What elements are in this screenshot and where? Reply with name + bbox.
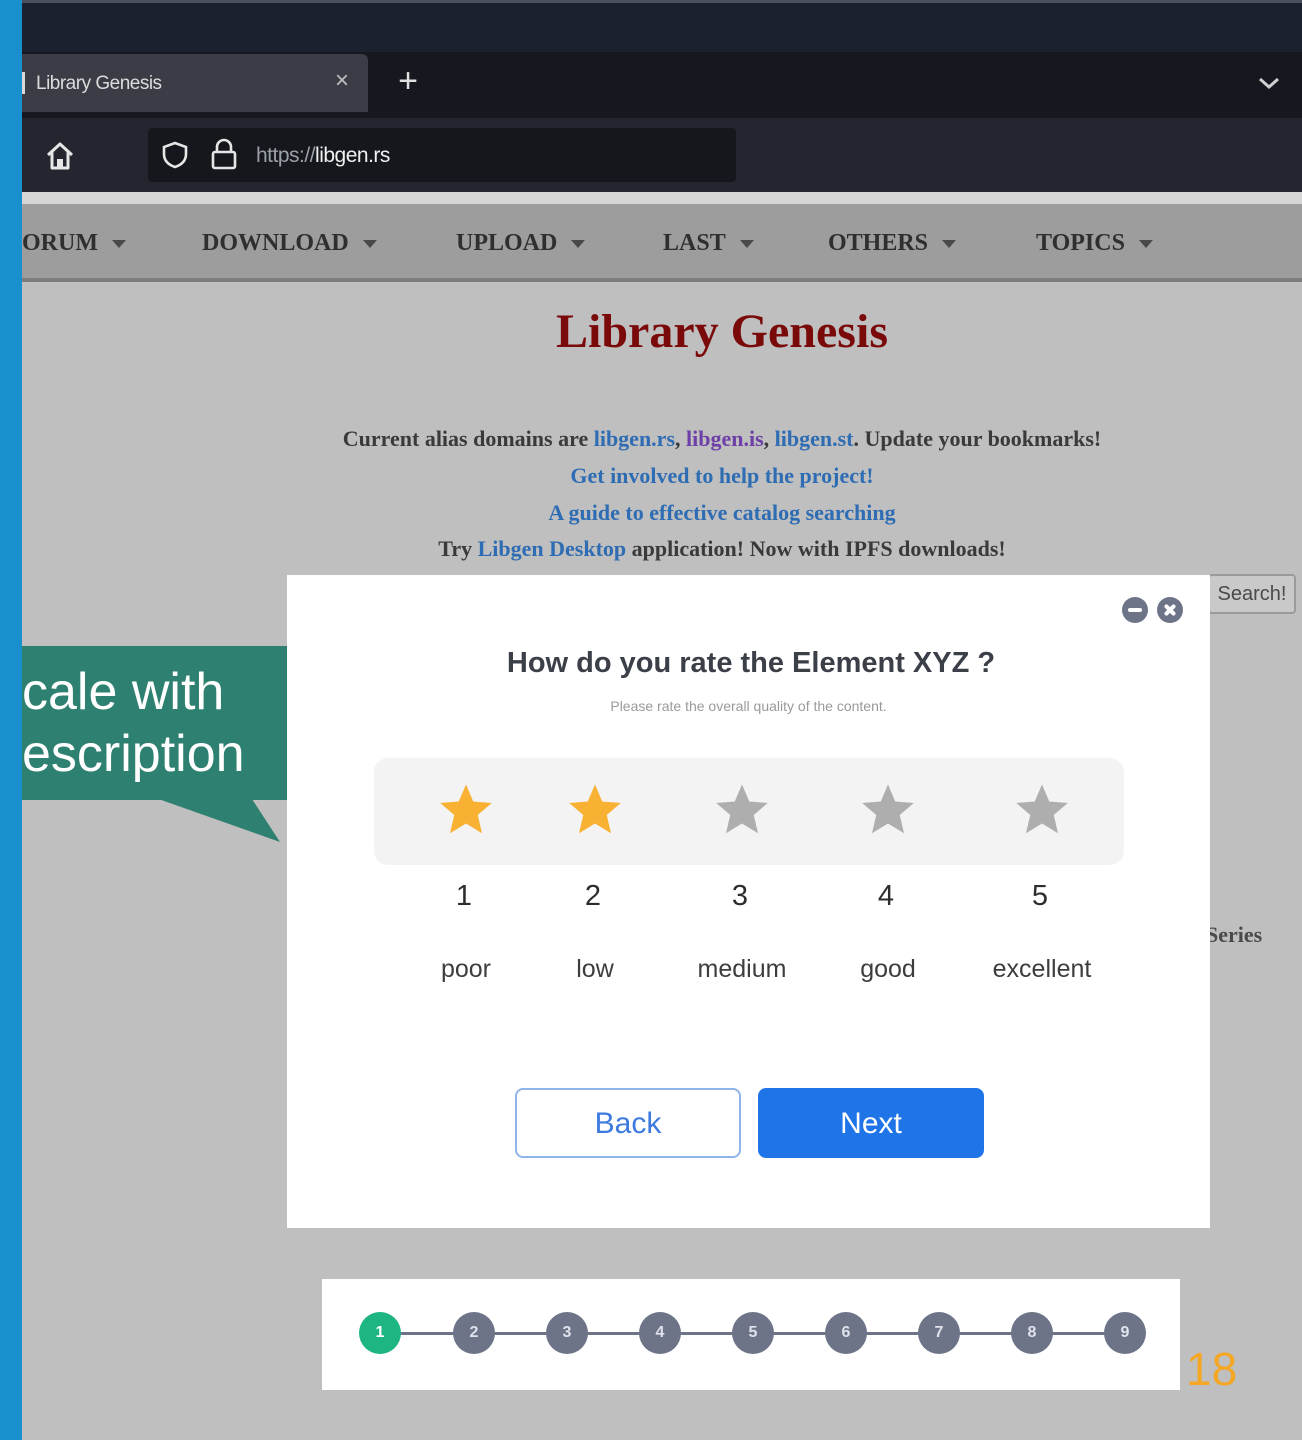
alias-suffix: . Update your bookmarks! bbox=[853, 426, 1102, 451]
menu-item-topics[interactable]: TOPICS bbox=[1036, 230, 1153, 257]
tab-strip: Library Genesis × + bbox=[22, 52, 1302, 118]
menu-item-label: TOPICS bbox=[1036, 230, 1125, 256]
callout-line-2: escription bbox=[22, 725, 245, 783]
home-icon[interactable] bbox=[44, 140, 76, 172]
menu-item-label: ORUM bbox=[22, 230, 98, 256]
menu-item-label: OTHERS bbox=[828, 230, 929, 256]
step-indicator[interactable]: 9 bbox=[1104, 1312, 1146, 1354]
star-icon[interactable] bbox=[565, 780, 625, 840]
try-suffix: application! Now with IPFS downloads! bbox=[626, 536, 1006, 561]
caret-down-icon bbox=[1138, 240, 1153, 249]
series-label: Series bbox=[1206, 922, 1263, 947]
libgen-desktop-link[interactable]: Libgen Desktop bbox=[478, 536, 627, 561]
url-domain: libgen.rs bbox=[315, 144, 390, 167]
callout-line-1: cale with bbox=[22, 663, 225, 721]
rating-label: low bbox=[576, 955, 614, 983]
shield-icon[interactable] bbox=[160, 140, 190, 170]
progress-stepper: 1 2 3 4 5 6 7 8 9 bbox=[322, 1279, 1180, 1390]
url-text[interactable]: https://libgen.rs bbox=[256, 144, 390, 168]
close-icon[interactable] bbox=[1157, 597, 1183, 623]
star-rating-panel bbox=[374, 758, 1124, 865]
caret-down-icon bbox=[362, 240, 377, 249]
menu-item-forum[interactable]: ORUM bbox=[22, 230, 126, 257]
menu-item-others[interactable]: OTHERS bbox=[828, 230, 957, 257]
step-indicator[interactable]: 3 bbox=[546, 1312, 588, 1354]
tab-edge-marker bbox=[22, 72, 25, 94]
site-menu-bar: ORUM DOWNLOAD UPLOAD LAST OTHERS TOPICS bbox=[22, 204, 1302, 282]
address-bar[interactable]: https://libgen.rs bbox=[148, 128, 736, 182]
lock-icon[interactable] bbox=[210, 138, 238, 170]
try-prefix: Try bbox=[438, 536, 478, 561]
step-indicator[interactable]: 8 bbox=[1011, 1312, 1053, 1354]
menu-item-label: UPLOAD bbox=[456, 230, 558, 256]
alias-notice: Current alias domains are libgen.rs, lib… bbox=[342, 426, 1102, 451]
step-indicator[interactable]: 6 bbox=[825, 1312, 867, 1354]
rating-label: medium bbox=[697, 955, 787, 983]
minimize-icon[interactable] bbox=[1122, 597, 1148, 623]
browser-tab[interactable]: Library Genesis × bbox=[22, 54, 368, 112]
caret-down-icon bbox=[111, 240, 126, 249]
menu-item-upload[interactable]: UPLOAD bbox=[456, 230, 586, 257]
callout-tail bbox=[150, 796, 280, 842]
site-title: Library Genesis bbox=[556, 305, 888, 358]
url-scheme: https:// bbox=[256, 144, 316, 167]
rating-number: 5 bbox=[1031, 880, 1049, 912]
guide-row: A guide to effective catalog searching bbox=[22, 500, 1302, 526]
rating-number: 3 bbox=[731, 880, 749, 912]
get-involved-link[interactable]: Get involved to help the project! bbox=[570, 463, 873, 488]
rating-dialog: How do you rate the Element XYZ ? Please… bbox=[287, 575, 1210, 1228]
alias-prefix: Current alias domains are bbox=[342, 426, 594, 451]
rating-label: good bbox=[860, 955, 916, 983]
caret-down-icon bbox=[942, 240, 957, 249]
search-guide-link[interactable]: A guide to effective catalog searching bbox=[548, 500, 895, 525]
chevron-down-icon[interactable] bbox=[1254, 68, 1284, 98]
navigation-toolbar: https://libgen.rs bbox=[22, 118, 1302, 192]
rating-number: 1 bbox=[455, 880, 473, 912]
alias-link-st[interactable]: libgen.st bbox=[775, 426, 854, 451]
back-button[interactable]: Back bbox=[515, 1088, 741, 1158]
caret-down-icon bbox=[739, 240, 754, 249]
slide-page-number: 18 bbox=[1186, 1343, 1238, 1395]
involved-row: Get involved to help the project! bbox=[22, 463, 1302, 489]
alias-link-is[interactable]: libgen.is bbox=[686, 426, 764, 451]
menu-item-label: DOWNLOAD bbox=[202, 230, 349, 256]
rating-instructions: Please rate the overall quality of the c… bbox=[610, 698, 887, 714]
toolbar-border bbox=[22, 192, 1302, 204]
star-icon[interactable] bbox=[436, 780, 496, 840]
window-top-bar bbox=[22, 0, 1302, 52]
star-icon[interactable] bbox=[1012, 780, 1072, 840]
menu-item-label: LAST bbox=[663, 230, 726, 256]
step-indicator[interactable]: 4 bbox=[639, 1312, 681, 1354]
step-indicator[interactable]: 1 bbox=[359, 1312, 401, 1354]
rating-question: How do you rate the Element XYZ ? bbox=[506, 647, 996, 679]
next-button[interactable]: Next bbox=[758, 1088, 984, 1158]
rating-label: excellent bbox=[992, 955, 1092, 983]
new-tab-icon[interactable]: + bbox=[390, 64, 426, 100]
caret-down-icon bbox=[571, 240, 586, 249]
callout-bubble: cale with escription bbox=[22, 646, 304, 800]
step-indicator[interactable]: 2 bbox=[453, 1312, 495, 1354]
step-indicator[interactable]: 5 bbox=[732, 1312, 774, 1354]
step-indicator[interactable]: 7 bbox=[918, 1312, 960, 1354]
alias-link-rs[interactable]: libgen.rs bbox=[594, 426, 675, 451]
tab-close-icon[interactable]: × bbox=[328, 67, 356, 95]
tab-title: Library Genesis bbox=[36, 73, 162, 94]
star-icon[interactable] bbox=[712, 780, 772, 840]
rating-label: poor bbox=[440, 955, 492, 983]
rating-number: 2 bbox=[584, 880, 602, 912]
rating-number: 4 bbox=[877, 880, 895, 912]
desktop-notice: Try Libgen Desktop application! Now with… bbox=[22, 536, 1302, 562]
menu-item-last[interactable]: LAST bbox=[663, 230, 754, 257]
left-accent-strip bbox=[0, 0, 22, 1440]
search-button[interactable]: Search! bbox=[1208, 574, 1296, 614]
star-icon[interactable] bbox=[858, 780, 918, 840]
menu-item-download[interactable]: DOWNLOAD bbox=[202, 230, 377, 257]
